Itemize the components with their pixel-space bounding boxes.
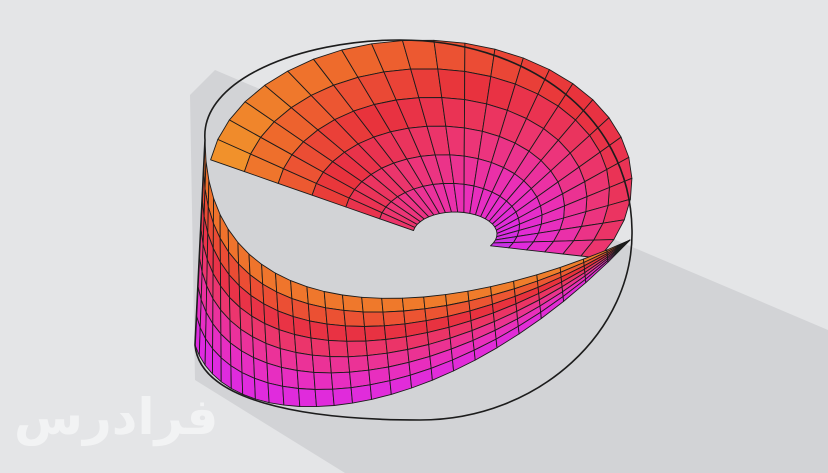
strip-cell [437, 68, 466, 101]
watermark-logo: فرادرس [14, 388, 219, 446]
strip-cell [441, 97, 466, 129]
illustration: فرادرس [0, 0, 828, 473]
strip-cell [381, 297, 405, 313]
strip-cell [296, 370, 316, 390]
strip-cell [332, 387, 353, 406]
strip-cell [361, 296, 384, 313]
strip-cell [344, 325, 367, 342]
strip-cell [347, 355, 370, 373]
strip-cell [311, 354, 332, 374]
strip-cell [325, 307, 346, 327]
strip-cell [298, 388, 317, 408]
strip-cell [329, 356, 351, 374]
strip-cell [295, 352, 315, 373]
strip-cell [362, 311, 385, 327]
strip-cell [323, 291, 345, 311]
strip-cell [346, 340, 368, 358]
strip-cell [267, 382, 285, 406]
strip-cell [433, 39, 466, 72]
strip-cell [326, 323, 348, 342]
strip-cell [281, 366, 299, 389]
strip-cell [282, 385, 301, 407]
strip-cell [309, 320, 329, 341]
strip-cell [330, 371, 352, 390]
strip-cell [313, 371, 334, 390]
strip-cell [342, 294, 364, 313]
strip-cell [382, 310, 406, 327]
strip-cell [364, 325, 387, 342]
strip-cell [310, 337, 331, 358]
strip-cell [464, 70, 492, 105]
strip-cell [294, 334, 313, 356]
strip-cell [328, 339, 349, 358]
strip-cell [314, 388, 335, 408]
strip-cell [350, 384, 373, 404]
strip-cell [343, 309, 365, 327]
